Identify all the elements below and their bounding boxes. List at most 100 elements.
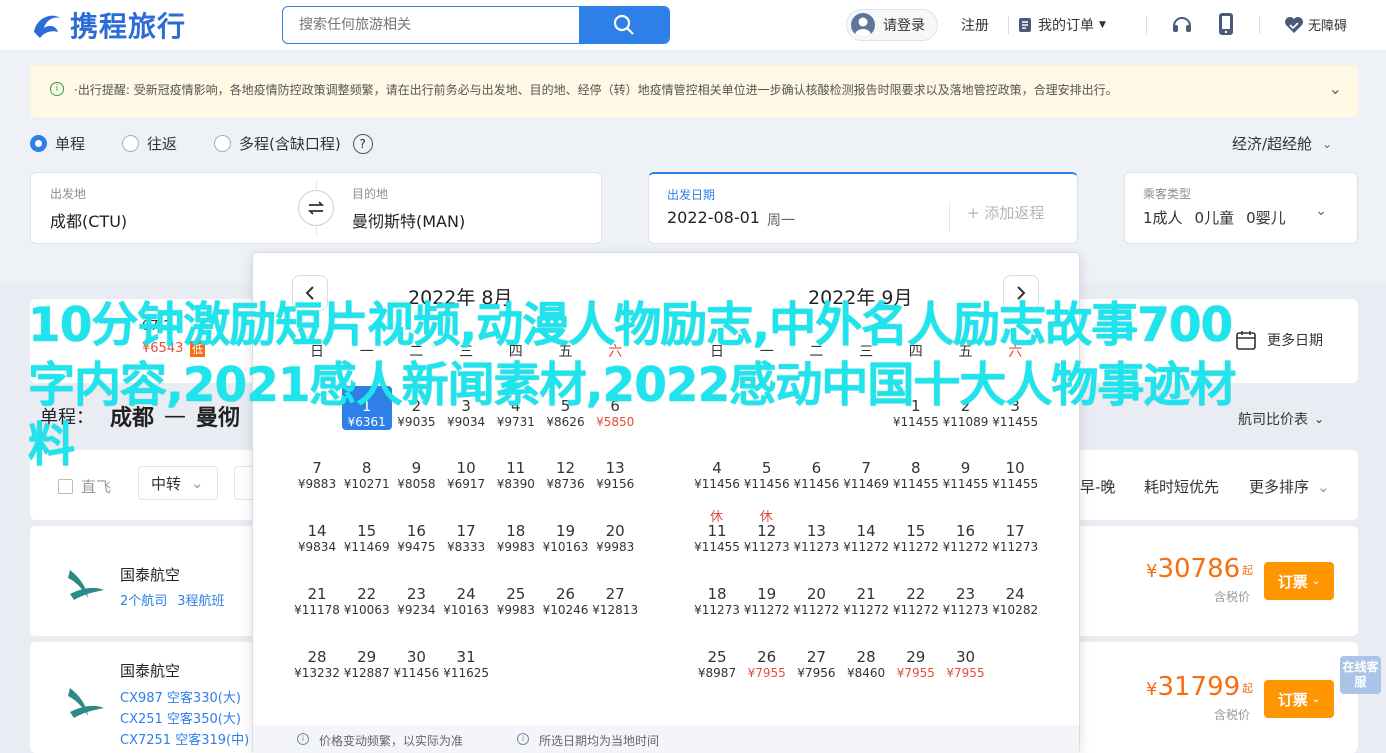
legs-count-link[interactable]: 3程航班 bbox=[177, 590, 224, 609]
calendar-day[interactable]: 24 ¥10282 bbox=[990, 586, 1040, 618]
from-value: 成都(CTU) bbox=[50, 212, 128, 231]
register-link[interactable]: 注册 bbox=[961, 15, 989, 35]
footer-note: 价格变动频繁，以实际为准 bbox=[319, 734, 464, 748]
trip-roundtrip-radio[interactable]: 往返 bbox=[122, 133, 177, 154]
flight-leg[interactable]: CX251 空客350(大) bbox=[120, 708, 241, 727]
day-number: 19 bbox=[757, 585, 777, 603]
date-weekday: 周一 bbox=[767, 213, 795, 229]
tax-included-label: 含税价 bbox=[1214, 708, 1251, 722]
day-price: ¥11273 bbox=[992, 540, 1039, 554]
collapse-chevron-icon[interactable]: ⌄ bbox=[1329, 79, 1342, 98]
book-label: 订票 bbox=[1277, 690, 1308, 709]
holiday-badge: 休 bbox=[710, 510, 724, 525]
customer-service-icon[interactable] bbox=[1170, 13, 1194, 41]
add-return-button[interactable]: + 添加返程 bbox=[967, 202, 1044, 223]
calendar-footer: i 价格变动频繁，以实际为准 i 所选日期均为当地时间 bbox=[253, 725, 1079, 753]
cabin-class-select[interactable]: 经济/超经舱 ⌄ bbox=[1232, 133, 1332, 154]
price-amount: 31799 bbox=[1157, 672, 1241, 702]
day-number: 18 bbox=[506, 522, 526, 540]
tax-included-label: 含税价 bbox=[1214, 590, 1251, 604]
day-number: 15 bbox=[906, 522, 926, 540]
day-number: 21 bbox=[307, 585, 327, 603]
login-button[interactable]: 请登录 bbox=[846, 9, 938, 41]
travel-notice: i ·出行提醒: 受新冠疫情影响，各地疫情防控政策调整频繁，请在出行前务必与出发… bbox=[30, 65, 1358, 117]
ctrip-logo[interactable]: 携程旅行 bbox=[30, 6, 250, 44]
date-box[interactable]: 出发日期 2022-08-01 周一 + 添加返程 bbox=[648, 172, 1078, 244]
cabin-class-label: 经济/超经舱 bbox=[1232, 135, 1313, 153]
trip-multi-label: 多程(含缺口程) bbox=[239, 135, 341, 153]
search-icon bbox=[613, 14, 634, 35]
day-price: ¥9983 bbox=[596, 540, 635, 554]
mobile-app-icon[interactable] bbox=[1218, 12, 1234, 40]
book-button[interactable]: 订票 ⌄ bbox=[1264, 680, 1334, 718]
login-label: 请登录 bbox=[883, 18, 925, 34]
day-number: 19 bbox=[555, 522, 576, 540]
help-icon[interactable]: ? bbox=[352, 133, 373, 154]
search-button[interactable] bbox=[579, 7, 669, 43]
day-number: 14 bbox=[856, 522, 876, 540]
from-label: 出发地 bbox=[50, 187, 87, 201]
dolphin-logo-icon bbox=[30, 8, 64, 42]
info-icon: i bbox=[50, 82, 64, 96]
avatar-icon bbox=[851, 13, 875, 37]
global-search bbox=[282, 6, 670, 44]
my-orders-menu[interactable]: 我的订单 ▼ bbox=[1018, 15, 1106, 35]
calendar-day[interactable]: 17 ¥11273 bbox=[990, 523, 1040, 555]
chevron-down-icon: ⌄ bbox=[1311, 693, 1321, 705]
to-field[interactable]: 目的地 曼彻斯特(MAN) bbox=[352, 185, 465, 232]
radio-unchecked-icon bbox=[122, 135, 139, 152]
trip-roundtrip-label: 往返 bbox=[147, 135, 178, 153]
day-number: 28 bbox=[307, 648, 327, 666]
price-from-suffix: 起 bbox=[1242, 564, 1254, 577]
day-number: 29 bbox=[357, 648, 377, 666]
trip-multi-radio[interactable]: 多程(含缺口程) ? bbox=[214, 133, 373, 154]
day-price: ¥11455 bbox=[992, 477, 1039, 491]
chevron-down-icon: ⌄ bbox=[1315, 203, 1327, 219]
day-number: 13 bbox=[806, 522, 826, 540]
airlines-count-link[interactable]: 2个航司 bbox=[120, 590, 167, 609]
from-field[interactable]: 出发地 成都(CTU) bbox=[50, 185, 127, 232]
chevron-down-icon: ⌄ bbox=[1311, 575, 1321, 587]
more-sort[interactable]: 更多排序 ⌄ bbox=[1249, 476, 1330, 497]
search-input[interactable] bbox=[283, 7, 579, 43]
calendar-day[interactable]: 20 ¥9983 bbox=[590, 523, 640, 555]
calendar-day[interactable]: 27 ¥12813 bbox=[590, 586, 640, 618]
radio-unchecked-icon bbox=[214, 135, 231, 152]
shortest-sort[interactable]: 耗时短优先 bbox=[1144, 476, 1219, 497]
price-value: ¥30786 bbox=[1146, 554, 1241, 584]
day-number: 20 bbox=[806, 585, 826, 603]
flight-leg[interactable]: CX7251 空客319(中) bbox=[120, 729, 249, 748]
calendar-day[interactable]: 30 ¥7955 bbox=[941, 649, 991, 681]
info-icon: i bbox=[517, 733, 529, 745]
book-button[interactable]: 订票 ⌄ bbox=[1264, 562, 1334, 600]
passenger-box[interactable]: 乘客类型 1成人 0儿童 0婴儿 ⌄ bbox=[1124, 172, 1358, 244]
orders-icon bbox=[1019, 18, 1031, 32]
passenger-label: 乘客类型 bbox=[1143, 187, 1192, 201]
day-number: 16 bbox=[406, 522, 426, 540]
accessibility-link[interactable]: 无障碍 bbox=[1284, 15, 1347, 34]
day-number: 31 bbox=[456, 648, 476, 666]
day-price: ¥9156 bbox=[596, 477, 635, 491]
day-price: ¥10282 bbox=[992, 603, 1039, 617]
time-sort[interactable]: 早-晚 bbox=[1080, 476, 1115, 497]
calendar-day[interactable]: 31 ¥11625 bbox=[441, 649, 491, 681]
day-number: 26 bbox=[757, 648, 777, 666]
trip-oneway-radio[interactable]: 单程 bbox=[30, 133, 85, 154]
online-service-button[interactable]: 在线客服 bbox=[1340, 656, 1381, 694]
footer-note: 所选日期均为当地时间 bbox=[539, 734, 660, 748]
day-number: 15 bbox=[357, 522, 377, 540]
swap-cities-button[interactable] bbox=[298, 190, 334, 226]
direct-label: 直飞 bbox=[81, 478, 112, 496]
day-number: 17 bbox=[456, 522, 476, 540]
day-number: 18 bbox=[707, 585, 727, 603]
accessibility-label: 无障碍 bbox=[1308, 19, 1348, 34]
direct-checkbox[interactable]: 直飞 bbox=[58, 476, 111, 497]
day-number: 30 bbox=[406, 648, 426, 666]
flight-leg[interactable]: CX987 空客330(大) bbox=[120, 687, 241, 706]
day-number: 29 bbox=[906, 648, 926, 666]
divider bbox=[949, 202, 950, 232]
day-number: 22 bbox=[906, 585, 926, 603]
day-number: 30 bbox=[955, 648, 976, 666]
price-amount: 30786 bbox=[1157, 554, 1241, 584]
infant-count: 0婴儿 bbox=[1246, 209, 1286, 227]
